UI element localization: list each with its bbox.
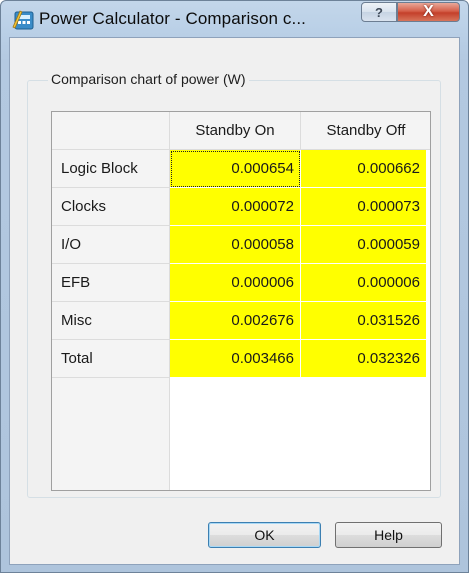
row-header-total[interactable]: Total (52, 340, 170, 378)
window-title: Power Calculator - Comparison c... (39, 9, 306, 28)
cell-logic-block-standby-off[interactable]: 0.000662 (301, 150, 427, 188)
column-header-standby-on[interactable]: Standby On (170, 112, 301, 150)
corner-header-cell (52, 112, 170, 150)
cell-misc-standby-on[interactable]: 0.002676 (170, 302, 301, 340)
cell-io-standby-off[interactable]: 0.000059 (301, 226, 427, 264)
cell-io-standby-on[interactable]: 0.000058 (170, 226, 301, 264)
power-comparison-table[interactable]: Standby On Standby Off Logic Block 0.000… (51, 111, 431, 491)
cell-total-standby-on[interactable]: 0.003466 (170, 340, 301, 378)
cell-logic-block-standby-on[interactable]: 0.000654 (170, 150, 301, 188)
ok-button[interactable]: OK (208, 522, 321, 548)
title-bar[interactable]: Power Calculator - Comparison c... ? X (1, 1, 468, 37)
help-question-icon: ? (375, 4, 383, 20)
close-icon: X (423, 3, 434, 20)
title-help-button[interactable]: ? (361, 2, 397, 22)
row-header-clocks[interactable]: Clocks (52, 188, 170, 226)
empty-row-header-area (52, 378, 170, 490)
column-header-standby-off[interactable]: Standby Off (301, 112, 430, 150)
group-legend: Comparison chart of power (W) (48, 71, 249, 87)
help-button[interactable]: Help (335, 522, 442, 548)
cell-misc-standby-off[interactable]: 0.031526 (301, 302, 427, 340)
cell-clocks-standby-off[interactable]: 0.000073 (301, 188, 427, 226)
row-header-io[interactable]: I/O (52, 226, 170, 264)
cell-efb-standby-on[interactable]: 0.000006 (170, 264, 301, 302)
title-close-button[interactable]: X (397, 2, 460, 22)
row-header-logic-block[interactable]: Logic Block (52, 150, 170, 188)
cell-total-standby-off[interactable]: 0.032326 (301, 340, 427, 378)
row-header-efb[interactable]: EFB (52, 264, 170, 302)
calculator-app-icon (12, 10, 34, 30)
cell-efb-standby-off[interactable]: 0.000006 (301, 264, 427, 302)
cell-clocks-standby-on[interactable]: 0.000072 (170, 188, 301, 226)
row-header-misc[interactable]: Misc (52, 302, 170, 340)
